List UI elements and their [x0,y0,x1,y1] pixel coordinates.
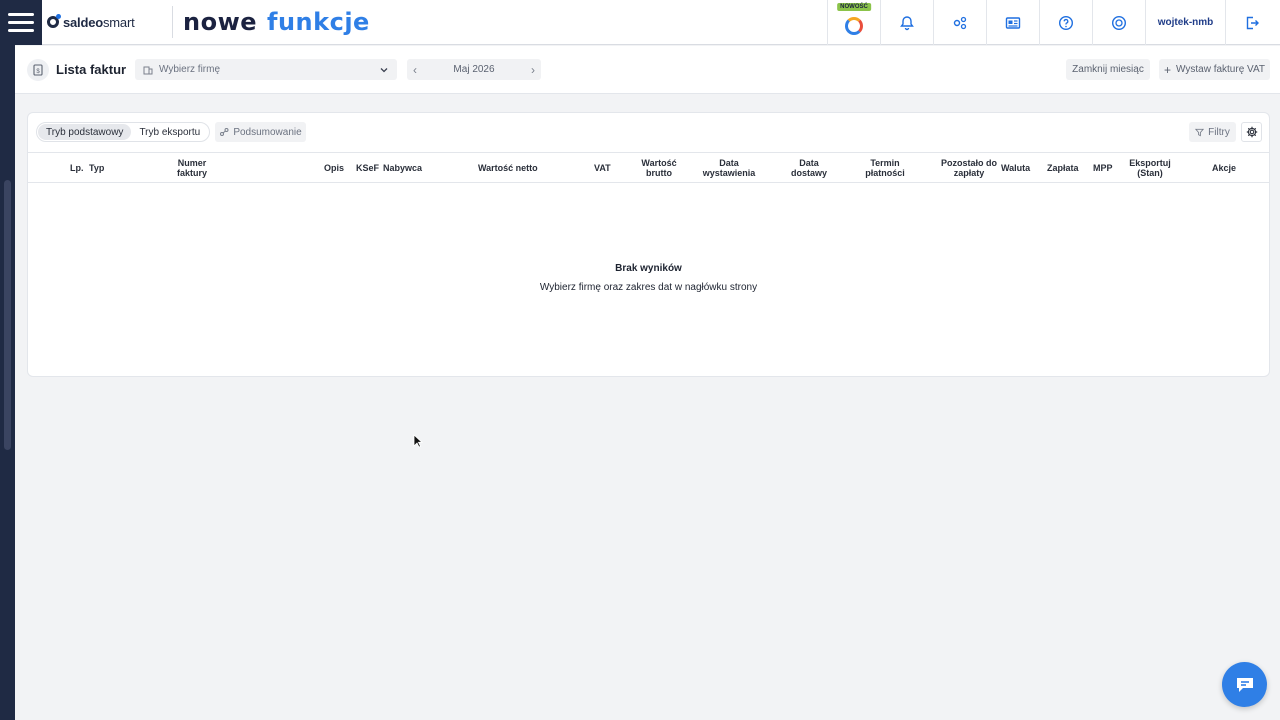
saldeosmart-logo[interactable]: saldeosmart [42,0,172,44]
next-month-button[interactable]: › [531,63,535,77]
svg-text:$: $ [36,69,40,75]
column-header-remaining[interactable]: Pozostało do zapłaty [940,153,998,182]
logout-button[interactable] [1225,0,1278,45]
news-ring-icon [845,16,863,35]
column-header-invoice-number[interactable]: Numer faktury [162,153,222,182]
newsletter-icon [1005,16,1021,29]
bell-icon [900,15,914,30]
summary-icon [220,128,229,136]
gear-icon [1246,126,1257,138]
promo-word-1: nowe [183,8,258,36]
table-header: Lp. Typ Numer faktury Opis KSeF Nabywca … [28,152,1269,183]
firm-select-placeholder: Wybierz firmę [159,64,221,75]
page-title: Lista faktur [56,62,127,77]
newsletter-button[interactable] [986,0,1039,45]
column-header-ksef[interactable]: KSeF [356,153,379,182]
tab-export-mode[interactable]: Tryb eksportu [131,124,208,140]
filter-icon [1195,128,1205,136]
previous-month-button[interactable]: ‹ [413,63,417,77]
empty-state: Brak wyników Wybierz firmę oraz zakres d… [28,263,1269,293]
close-month-button[interactable]: Zamknij miesiąc [1066,59,1150,80]
logo-mark-icon [47,14,61,28]
column-header-export-status[interactable]: Eksportuj (Stan) [1126,153,1174,182]
mouse-cursor-icon [413,434,423,448]
notifications-button[interactable] [880,0,933,45]
issue-vat-invoice-button[interactable]: + Wystaw fakturę VAT [1159,59,1270,80]
column-header-net-value[interactable]: Wartość netto [478,153,538,182]
left-sidebar-strip [0,45,15,720]
summary-label: Podsumowanie [233,126,302,138]
sidebar-scrollbar[interactable] [4,180,11,450]
column-header-lp[interactable]: Lp. [70,153,84,182]
help-icon [1058,15,1074,30]
invoice-list-icon: $ [27,59,49,81]
chevron-down-icon [380,67,388,72]
top-bar: saldeosmart nowe funkcje NOWOŚĆ wojtek-n… [0,0,1280,45]
logo-brand-bold: saldeo [63,14,103,30]
column-header-mpp[interactable]: MPP [1093,153,1113,182]
new-badge: NOWOŚĆ [837,3,871,11]
column-header-type[interactable]: Typ [89,153,109,182]
month-navigator: ‹ Maj 2026 › [407,59,541,80]
plus-icon: + [1163,62,1171,77]
help-button[interactable] [1039,0,1092,45]
column-header-payment[interactable]: Zapłata [1047,153,1079,182]
filters-button[interactable]: Filtry [1189,122,1236,142]
new-features-banner[interactable]: nowe funkcje [173,0,827,44]
empty-state-text: Wybierz firmę oraz zakres dat w nagłówku… [539,282,758,293]
logo-brand-light: smart [102,14,135,30]
column-header-vat[interactable]: VAT [594,153,614,182]
hamburger-menu-button[interactable] [0,0,42,45]
tab-basic-mode[interactable]: Tryb podstawowy [38,124,132,140]
column-header-gross-value[interactable]: Wartość brutto [628,153,690,182]
promo-word-2: funkcje [267,8,370,36]
support-icon [1111,15,1127,30]
issue-vat-label: Wystaw fakturę VAT [1176,64,1266,75]
integrations-button[interactable] [933,0,986,45]
column-header-delivery-date[interactable]: Data dostawy [780,153,838,182]
top-icons: NOWOŚĆ wojtek-nmb [827,0,1278,45]
building-icon [143,66,153,74]
column-header-issue-date[interactable]: Data wystawienia [693,153,765,182]
firm-select[interactable]: Wybierz firmę [135,59,397,80]
user-menu-button[interactable]: wojtek-nmb [1145,0,1225,45]
integrations-icon [953,16,967,29]
support-button[interactable] [1092,0,1145,45]
logout-icon [1246,16,1259,29]
column-header-description[interactable]: Opis [324,153,344,182]
column-header-currency[interactable]: Waluta [1001,153,1031,182]
chat-support-button[interactable] [1222,662,1267,707]
mode-toggle: Tryb podstawowy Tryb eksportu [36,122,211,142]
current-month[interactable]: Maj 2026 [453,64,494,75]
summary-button[interactable]: Podsumowanie [215,122,306,142]
empty-state-title: Brak wyników [615,263,682,274]
invoice-list-card: Tryb podstawowy Tryb eksportu Podsumowan… [27,112,1270,377]
page-header: $ Lista faktur Wybierz firmę ‹ Maj 2026 … [15,46,1280,94]
news-button[interactable]: NOWOŚĆ [827,0,880,45]
table-settings-button[interactable] [1241,122,1262,142]
filters-label: Filtry [1208,126,1230,138]
column-header-actions: Akcje [1212,162,1237,173]
column-header-buyer[interactable]: Nabywca [383,153,423,182]
chat-icon [1236,677,1253,692]
column-header-payment-due[interactable]: Termin płatności [850,153,920,182]
